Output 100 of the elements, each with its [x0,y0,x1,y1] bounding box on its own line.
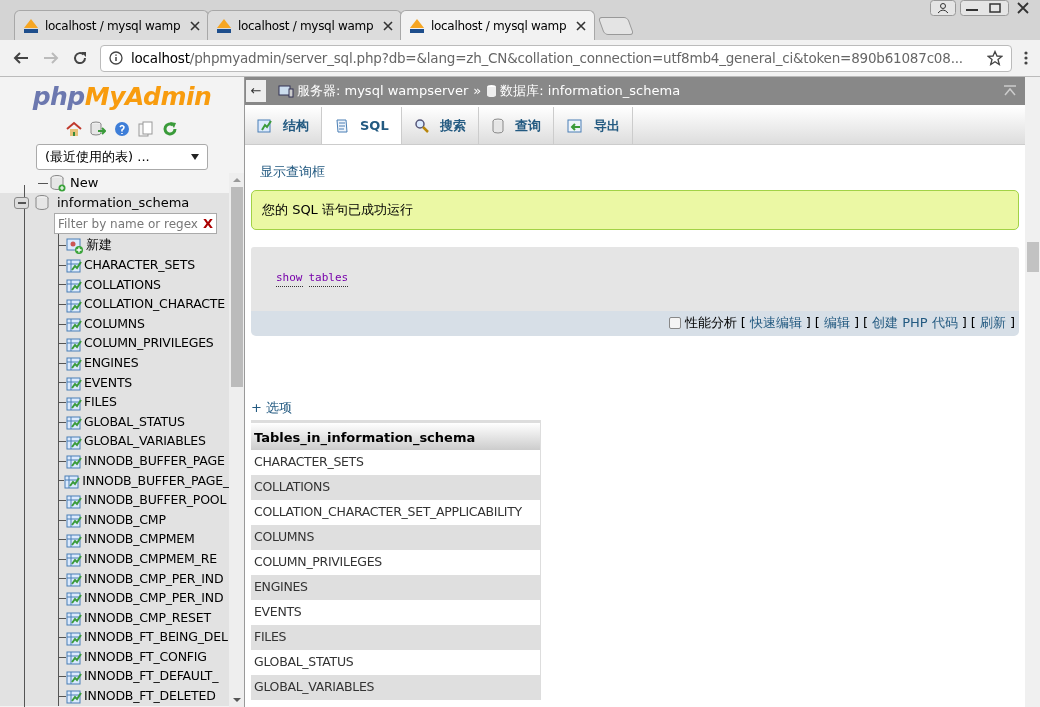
table-icon [66,374,82,391]
breadcrumb-link[interactable]: 数据库: information_schema [500,81,681,101]
address-field[interactable]: localhost/phpmyadmin/server_sql.php?db=&lang=zh_CN&collation_connection=utf8mb4_general_ci&token=890b61087c08... [100,44,1012,72]
tree-item[interactable]: INNODB_CMPMEM [84,530,195,550]
search-icon [413,117,430,134]
bracket: ] [961,314,967,333]
tree-item[interactable]: FILES [84,393,117,412]
tree-item[interactable]: INNODB_BUFFER_PAGE [84,451,225,471]
table-icon [66,414,82,431]
clear-filter-button[interactable]: X [202,213,213,234]
close-icon[interactable] [190,20,200,31]
tree-item[interactable]: 新建 [86,236,112,256]
back-icon[interactable] [12,50,30,66]
tree-item[interactable]: ENGINES [84,354,139,373]
help-icon[interactable] [114,121,130,137]
action-link[interactable]: 刷新 [979,313,1006,333]
tab-title: localhost / mysql wamp [431,17,567,35]
tree-item[interactable]: INNODB_FT_CONFIG [84,647,207,667]
browser-tab[interactable]: localhost / mysql wamp [14,10,209,40]
table-icon [66,668,82,685]
bracket: [ [740,314,746,333]
logo[interactable]: phpMyAdmin [0,77,244,113]
user-icon[interactable] [930,0,956,16]
table-icon [66,277,82,293]
tree-item[interactable]: COLLATION_CHARACTE [84,295,225,314]
export-icon [565,117,584,134]
table-icon [66,531,82,548]
table-icon [257,117,273,134]
tree-item[interactable]: INNODB_BUFFER_POOL [84,491,227,510]
tree-item[interactable]: INNODB_FT_DELETED [84,687,216,706]
table-cell: FILES [251,625,540,650]
show-query-box-link[interactable]: 显示查询框 [260,162,325,182]
action-link[interactable]: 创建 PHP 代码 [872,313,958,333]
breadcrumb-link[interactable]: 服务器: mysql wampserver [297,81,469,101]
options-link[interactable]: + 选项 [251,397,293,417]
dropdown-arrow-icon [191,154,199,160]
collapse-toggle[interactable] [14,197,29,209]
scrollbar[interactable] [229,173,244,707]
table-icon [66,590,82,607]
profiling-checkbox[interactable] [668,317,681,329]
recent-tables-dropdown[interactable]: (最近使用的表) ... [36,144,208,170]
tree-item[interactable]: INNODB_BUFFER_PAGE_ [82,471,229,491]
table-icon [66,394,82,411]
logout-icon[interactable] [90,121,106,137]
tree-item[interactable]: INNODB_FT_DEFAULT_ [84,667,219,687]
tree-item[interactable]: INNODB_FT_BEING_DEL [84,628,228,648]
tree-item[interactable]: New [70,173,99,193]
url-text: localhost/phpmyadmin/server_sql.php?db=&lang=zh_CN&collation_connection=utf8mb4_general_ci&token=890b61087c08... [131,48,963,68]
table-icon [66,433,82,450]
bracket: [ [970,314,976,333]
tree-item[interactable]: EVENTS [84,373,133,393]
tree-item[interactable]: INNODB_CMP_RESET [84,608,211,628]
document-icon [334,117,350,134]
tree-item[interactable]: GLOBAL_STATUS [84,412,185,432]
new-database-icon [50,174,66,192]
tree-item[interactable]: information_schema [57,193,190,213]
table-icon [66,335,82,352]
filter-field[interactable]: Filter by name or regex X [54,213,217,234]
action-link[interactable]: 编辑 [823,313,850,333]
table-icon [66,629,82,646]
close-icon[interactable] [383,20,393,31]
home-icon[interactable] [66,121,82,137]
collapse-nav-button[interactable]: ← [246,80,266,102]
tree-item[interactable]: COLUMN_PRIVILEGES [84,334,214,354]
browser-tab[interactable]: localhost / mysql wamp [207,10,402,40]
action-link[interactable]: 快速编辑 [749,313,802,333]
table-icon [66,453,82,470]
table-icon [66,316,82,333]
reload-icon[interactable] [72,50,88,66]
menu-icon[interactable] [1024,50,1028,66]
sql-keyword[interactable]: tables [308,269,349,288]
tree-item[interactable]: COLUMNS [84,314,145,334]
tree-item[interactable]: INNODB_CMP_PER_IND [84,589,224,608]
tab[interactable]: SQL [322,107,402,144]
info-icon [109,51,123,65]
server-icon [278,84,294,98]
sail-logo-icon [409,17,425,34]
profiling-label: 性能分析 [684,314,737,333]
table-icon [66,570,82,587]
tree-item[interactable]: INNODB_CMPMEM_RE [84,549,217,569]
tree-item[interactable]: CHARACTER_SETS [84,256,195,275]
tab-title: localhost / mysql wamp [45,17,181,35]
table-cell: COLUMNS [251,525,540,550]
star-icon[interactable] [987,50,1003,66]
tree-item[interactable]: INNODB_CMP [84,510,166,530]
tree-item[interactable]: COLLATIONS [84,275,161,295]
tab[interactable]: 导出 [553,107,633,144]
bracket: ] [853,314,859,333]
sql-keyword[interactable]: show [276,269,303,288]
sail-logo-icon [23,17,39,34]
browser-tab[interactable]: localhost / mysql wamp [400,10,595,40]
tree-item[interactable]: GLOBAL_VARIABLES [84,432,206,452]
table-icon [66,551,82,568]
tab[interactable]: 搜索 [401,107,479,144]
tree-item[interactable]: INNODB_CMP_PER_IND [84,569,224,589]
tab[interactable]: 查询 [478,107,554,144]
scrollbar[interactable] [1025,77,1040,707]
close-icon[interactable] [576,20,586,31]
new-table-icon [66,236,84,255]
column-header[interactable]: Tables_in_information_schema [251,420,540,450]
